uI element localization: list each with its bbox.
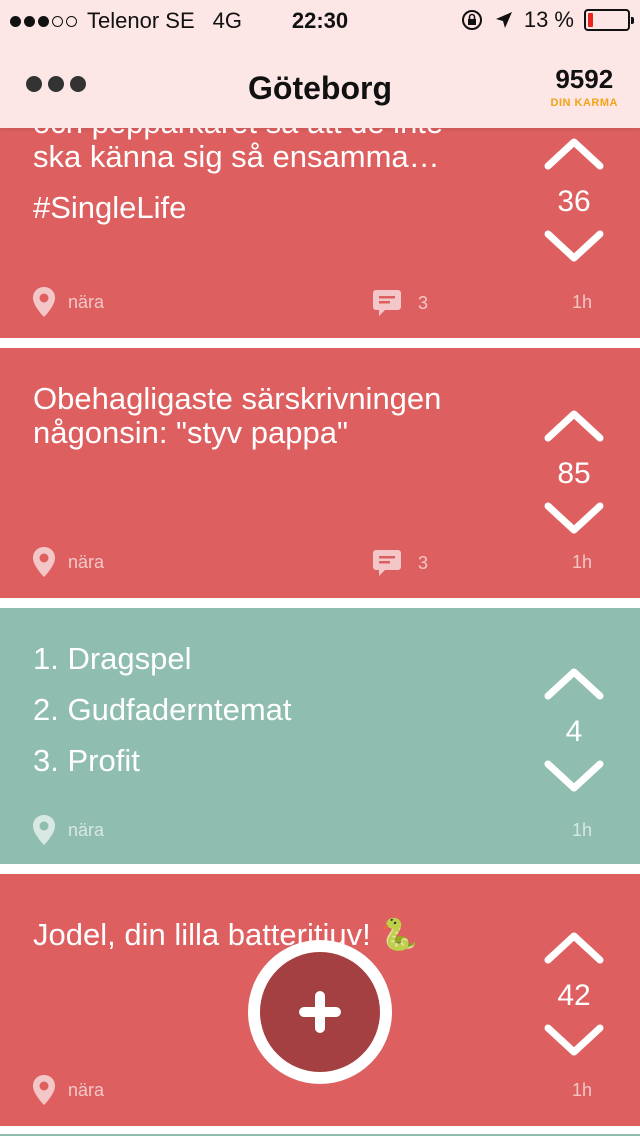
post-meta: nära 3 1h <box>32 286 592 322</box>
post-line: ska känna sig så ensamma… <box>33 139 440 174</box>
chevron-up-icon[interactable] <box>544 406 604 446</box>
post-line: någonsin: "styv pappa" <box>33 415 348 450</box>
post-text: Obehagligaste särskrivningen någonsin: "… <box>33 382 533 450</box>
list-item: 2. Gudfaderntemat <box>33 692 292 727</box>
chevron-up-icon[interactable] <box>544 134 604 174</box>
chevron-up-icon[interactable] <box>544 928 604 968</box>
comment-bubble-icon <box>373 550 401 576</box>
location-arrow-icon <box>495 12 512 28</box>
post-time: 1h <box>571 820 592 840</box>
post-time: 1h <box>571 552 592 572</box>
vote-control: 36 <box>544 134 604 266</box>
location-pin-icon <box>33 547 55 577</box>
location-label: nära <box>68 551 105 572</box>
fab-inner <box>260 952 380 1072</box>
vote-count: 42 <box>557 979 591 1012</box>
post-location: nära <box>32 1074 104 1106</box>
chevron-down-icon[interactable] <box>544 226 604 266</box>
post-text: och pepparkaret så att de inte ska känna… <box>33 128 533 225</box>
vote-count: 4 <box>565 715 583 748</box>
location-label: nära <box>68 819 105 840</box>
vote-count: 85 <box>557 457 591 490</box>
post-line: Obehagligaste särskrivningen <box>33 381 442 416</box>
post-card[interactable]: och pepparkaret så att de inte ska känna… <box>0 128 640 338</box>
plus-icon <box>299 991 341 1033</box>
vote-control: 42 <box>544 928 604 1060</box>
post-meta: nära 1h <box>32 814 592 850</box>
location-pin-icon <box>33 815 55 845</box>
post-card[interactable]: 1. Dragspel 2. Gudfaderntemat 3. Profit … <box>0 608 640 864</box>
status-right: 13 % <box>460 7 634 33</box>
post-text: 1. Dragspel 2. Gudfaderntemat 3. Profit <box>33 642 533 795</box>
location-pin-icon <box>33 1075 55 1105</box>
more-dots-icon[interactable] <box>26 76 86 92</box>
page-title: Göteborg <box>248 69 392 106</box>
post-location: nära <box>32 814 104 846</box>
post-location: nära <box>32 286 104 318</box>
list-item: 3. Profit <box>33 743 140 778</box>
karma-display[interactable]: 9592 DIN KARMA <box>551 64 618 109</box>
vote-count: 36 <box>557 185 591 218</box>
post-location: nära <box>32 546 104 578</box>
chevron-down-icon[interactable] <box>544 498 604 538</box>
battery-icon <box>584 9 634 31</box>
new-post-button[interactable] <box>248 940 392 1084</box>
battery-level <box>588 13 593 27</box>
chevron-down-icon[interactable] <box>544 756 604 796</box>
post-meta: nära 3 1h <box>32 546 592 582</box>
rotation-lock-icon <box>461 10 482 30</box>
post-hashtag[interactable]: #SingleLife <box>33 191 533 225</box>
post-time: 1h <box>571 292 592 312</box>
location-label: nära <box>68 1079 105 1100</box>
location-label: nära <box>68 291 105 312</box>
vote-control: 4 <box>544 664 604 796</box>
chevron-up-icon[interactable] <box>544 664 604 704</box>
status-bar: Telenor SE 4G 22:30 13 % <box>0 0 640 40</box>
comment-count-label: 3 <box>418 292 429 313</box>
comment-count-label: 3 <box>418 552 429 573</box>
comment-count[interactable]: 3 <box>372 288 428 318</box>
post-time: 1h <box>571 1080 592 1100</box>
list-item: 1. Dragspel <box>33 641 192 676</box>
post-line: Jodel, din lilla batteritjuv! 🐍 <box>33 917 418 952</box>
post-text: Jodel, din lilla batteritjuv! 🐍 <box>33 918 533 952</box>
location-pin-icon <box>33 287 55 317</box>
battery-percent: 13 % <box>523 7 574 32</box>
post-card[interactable]: Obehagligaste särskrivningen någonsin: "… <box>0 348 640 598</box>
comment-bubble-icon <box>373 290 401 316</box>
chevron-down-icon[interactable] <box>544 1020 604 1060</box>
karma-label: DIN KARMA <box>550 97 618 109</box>
karma-value: 9592 <box>555 64 614 94</box>
vote-control: 85 <box>544 406 604 538</box>
comment-count[interactable]: 3 <box>372 548 428 578</box>
nav-bar: Göteborg 9592 DIN KARMA <box>0 40 640 128</box>
